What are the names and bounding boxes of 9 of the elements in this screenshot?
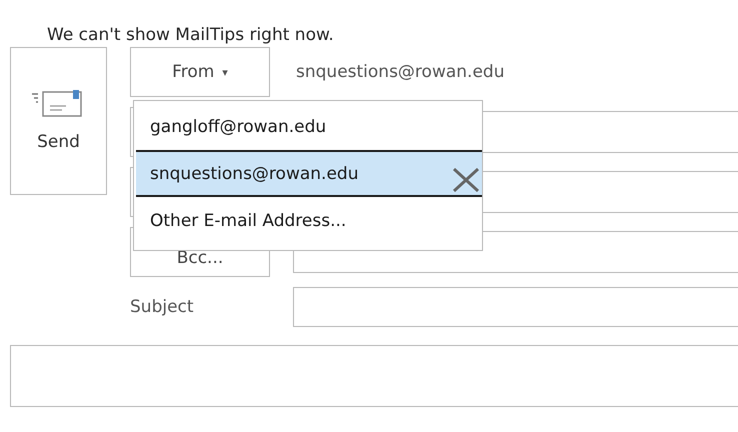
from-address: snquestions@rowan.edu — [296, 62, 506, 82]
menu-item[interactable]: snquestions@rowan.edu — [136, 150, 482, 197]
send-button[interactable]: Send — [10, 47, 107, 195]
from-button[interactable]: From ▾ — [130, 47, 270, 97]
mailtips-message: We can't show MailTips right now. — [46, 24, 335, 47]
subject-label: Subject — [130, 297, 195, 317]
close-icon[interactable] — [452, 168, 480, 192]
subject-field[interactable] — [293, 287, 738, 327]
menu-item[interactable]: gangloff@rowan.edu — [136, 103, 482, 150]
